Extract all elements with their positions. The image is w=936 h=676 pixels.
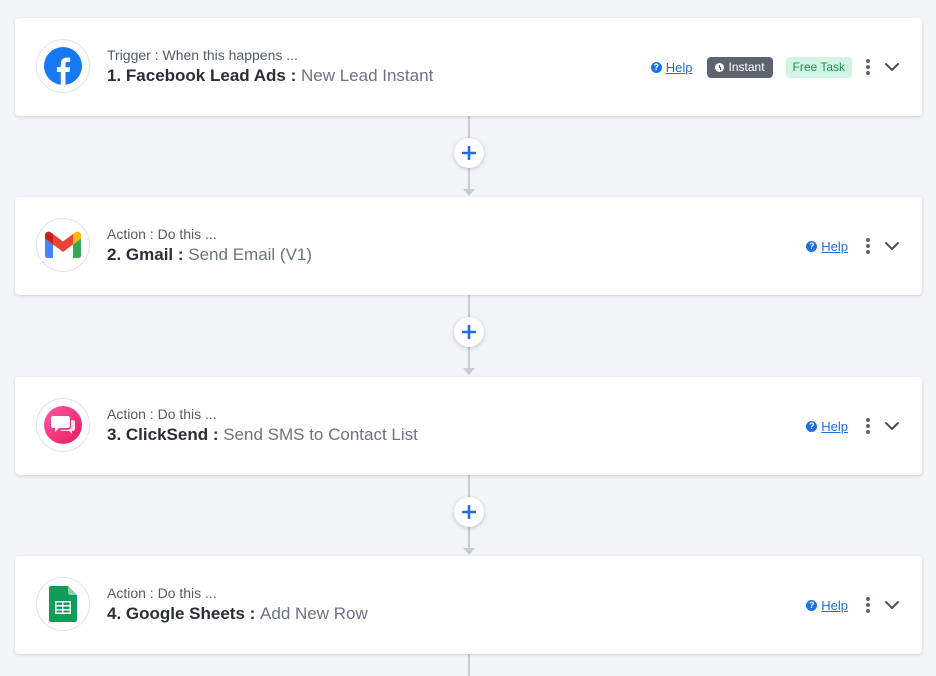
step-title: 1. Facebook Lead Ads : New Lead Instant — [107, 65, 433, 87]
app-logo — [36, 398, 90, 452]
more-options-icon[interactable] — [862, 595, 874, 615]
step-card-action[interactable]: Action : Do this ... 4. Google Sheets : … — [15, 556, 922, 654]
help-link[interactable]: ? Help — [806, 239, 848, 254]
more-options-icon[interactable] — [862, 236, 874, 256]
help-icon: ? — [806, 599, 818, 611]
step-app-name: 1. Facebook Lead Ads : — [107, 66, 297, 85]
step-event-name: Send Email (V1) — [188, 245, 313, 264]
connector-line — [468, 654, 470, 676]
instant-badge-label: Instant — [728, 60, 765, 74]
google-sheets-icon — [49, 586, 77, 622]
chevron-down-icon[interactable] — [884, 597, 900, 613]
clicksend-icon — [44, 406, 82, 444]
more-options-icon[interactable] — [862, 416, 874, 436]
step-subtitle: Action : Do this ... — [107, 226, 217, 242]
clock-icon — [714, 62, 724, 72]
step-title: 4. Google Sheets : Add New Row — [107, 603, 368, 625]
step-subtitle: Action : Do this ... — [107, 585, 217, 601]
step-card-trigger[interactable]: Trigger : When this happens ... 1. Faceb… — [15, 18, 922, 116]
chevron-down-icon[interactable] — [884, 418, 900, 434]
plus-icon — [462, 505, 476, 519]
more-options-icon[interactable] — [862, 57, 874, 77]
step-app-name: 4. Google Sheets : — [107, 604, 256, 623]
add-step-button[interactable] — [454, 317, 484, 347]
connector-arrow — [463, 189, 475, 196]
step-event-name: New Lead Instant — [300, 66, 434, 85]
app-logo — [36, 218, 90, 272]
help-icon: ? — [806, 420, 818, 432]
step-event-name: Send SMS to Contact List — [223, 425, 418, 444]
step-app-name: 3. ClickSend : — [107, 425, 219, 444]
instant-badge: Instant — [706, 56, 773, 78]
connector-arrow — [463, 368, 475, 375]
app-logo — [36, 577, 90, 631]
add-step-button[interactable] — [454, 497, 484, 527]
chevron-down-icon[interactable] — [884, 59, 900, 75]
step-card-action[interactable]: Action : Do this ... 3. ClickSend : Send… — [15, 377, 922, 475]
app-logo — [36, 39, 90, 93]
step-app-name: 2. Gmail : — [107, 245, 184, 264]
step-subtitle: Action : Do this ... — [107, 406, 217, 422]
add-step-button[interactable] — [454, 138, 484, 168]
free-task-badge: Free Task — [785, 56, 852, 78]
gmail-icon — [45, 231, 81, 258]
help-link[interactable]: ? Help — [806, 598, 848, 613]
help-label: Help — [821, 597, 848, 613]
step-title: 3. ClickSend : Send SMS to Contact List — [107, 424, 418, 446]
help-icon: ? — [806, 240, 818, 252]
help-link[interactable]: ? Help — [806, 419, 848, 434]
facebook-icon — [44, 47, 82, 85]
step-card-action[interactable]: Action : Do this ... 2. Gmail : Send Ema… — [15, 197, 922, 295]
help-label: Help — [665, 59, 693, 75]
step-title: 2. Gmail : Send Email (V1) — [107, 244, 312, 266]
help-label: Help — [821, 418, 848, 434]
step-event-name: Add New Row — [260, 604, 368, 623]
connector-arrow — [463, 548, 475, 555]
plus-icon — [462, 146, 476, 160]
help-icon: ? — [650, 61, 662, 73]
step-subtitle: Trigger : When this happens ... — [107, 47, 298, 63]
help-link[interactable]: ? Help — [650, 59, 693, 75]
chevron-down-icon[interactable] — [884, 238, 900, 254]
plus-icon — [462, 325, 476, 339]
help-label: Help — [821, 238, 848, 254]
